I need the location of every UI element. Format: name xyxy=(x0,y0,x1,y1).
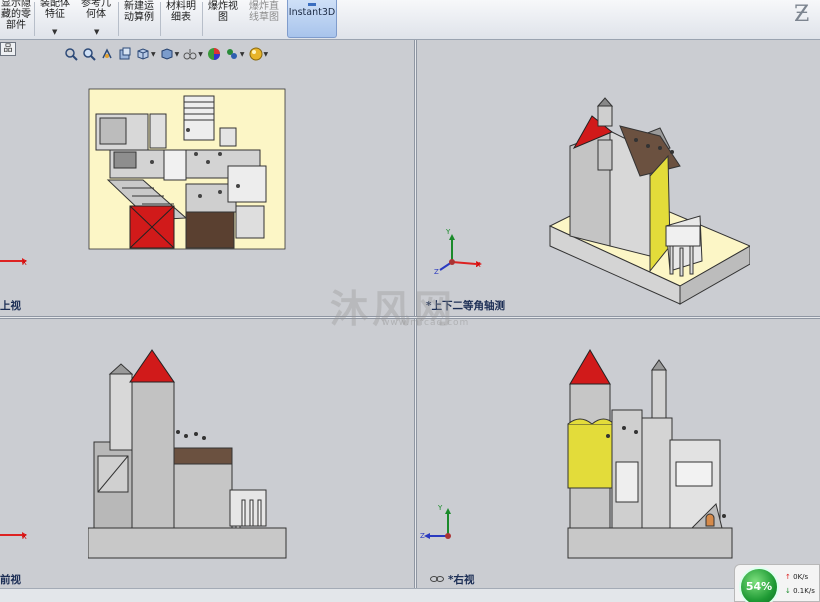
apply-scene-dropdown-icon[interactable]: ▼ xyxy=(240,51,245,58)
solidworks-window: 显示隐 藏的零 部件 装配体 特征 ▼ 参考几 何体 ▼ 新建运 动算例 材料明… xyxy=(0,0,820,602)
link-views-icon[interactable] xyxy=(430,572,444,586)
instant3d-icon xyxy=(308,3,316,6)
instant3d-button[interactable]: Instant3D xyxy=(287,0,337,38)
download-speed-value: 0.1K/s xyxy=(793,587,815,595)
upload-speed-row: ↑ 0K/s xyxy=(785,573,808,581)
isometric-view-model[interactable] xyxy=(540,96,750,306)
solidworks-logo-icon: Ƶ xyxy=(794,2,810,27)
hide-show-dropdown-icon[interactable]: ▼ xyxy=(198,51,203,58)
command-manager-ribbon: 显示隐 藏的零 部件 装配体 特征 ▼ 参考几 何体 ▼ 新建运 动算例 材料明… xyxy=(0,0,820,40)
front-view-label[interactable]: 前视 xyxy=(0,572,21,587)
display-style-dropdown-icon[interactable]: ▼ xyxy=(175,51,180,58)
network-speed-widget[interactable]: 54% ↑ 0K/s ↓ 0.1K/s xyxy=(734,564,820,602)
instant3d-label: Instant3D xyxy=(288,7,336,18)
right-view-model[interactable] xyxy=(566,340,734,560)
view-settings-dropdown-icon[interactable]: ▼ xyxy=(264,51,269,58)
front-view-axis-x-label: X xyxy=(22,533,27,541)
exploded-view-button[interactable]: 爆炸视 图 xyxy=(204,1,242,39)
bill-of-materials-button[interactable]: 材料明 细表 xyxy=(162,1,200,39)
top-view-label[interactable]: 上视 xyxy=(0,298,21,313)
view-orientation-dropdown-icon[interactable]: ▼ xyxy=(151,51,156,58)
view-settings-icon[interactable] xyxy=(249,47,263,61)
view-orientation-icon[interactable] xyxy=(136,47,150,61)
zoom-to-area-icon[interactable] xyxy=(82,47,96,61)
show-hidden-components-button[interactable]: 显示隐 藏的零 部件 xyxy=(0,0,32,36)
ribbon-separator xyxy=(202,2,203,36)
right-axis-y-label: Y xyxy=(438,504,443,512)
top-view-axis-x-label: X xyxy=(22,259,27,267)
edit-appearance-icon[interactable] xyxy=(207,47,221,61)
new-motion-study-button[interactable]: 新建运 动算例 xyxy=(120,1,158,39)
zoom-to-fit-icon[interactable] xyxy=(64,47,78,61)
ribbon-right-area: Ƶ xyxy=(780,0,820,38)
status-bar xyxy=(0,588,820,602)
reference-geometry-dropdown-icon[interactable]: ▼ xyxy=(94,28,99,36)
memory-usage-badge[interactable]: 54% xyxy=(739,567,779,602)
section-view-icon[interactable] xyxy=(118,47,132,61)
display-style-icon[interactable] xyxy=(160,47,174,61)
watermark-url: www.mfcad.com xyxy=(382,318,470,328)
iso-axis-z-label: Z xyxy=(434,268,439,276)
front-view-model[interactable] xyxy=(88,340,288,560)
explode-line-sketch-button[interactable]: 爆炸直 线草图 xyxy=(244,1,284,39)
previous-view-icon[interactable] xyxy=(100,47,114,61)
iso-axis-x-label: X xyxy=(476,261,481,269)
ribbon-separator xyxy=(118,2,119,36)
right-view-label[interactable]: *右视 xyxy=(448,572,475,587)
heads-up-view-toolbar: ▼ ▼ ▼ ▼ ▼ xyxy=(64,44,268,64)
top-view-model[interactable] xyxy=(88,88,286,250)
download-speed-row: ↓ 0.1K/s xyxy=(785,587,815,595)
hide-show-items-icon[interactable] xyxy=(183,47,197,61)
right-axis-z-label: Z xyxy=(420,532,425,540)
feature-tree-tab[interactable]: 品 xyxy=(0,42,16,56)
apply-scene-icon[interactable] xyxy=(225,47,239,61)
upload-arrow-icon: ↑ xyxy=(785,573,791,581)
ribbon-separator xyxy=(34,2,35,36)
assembly-features-dropdown-icon[interactable]: ▼ xyxy=(52,28,57,36)
graphics-area[interactable]: 品 ▼ ▼ ▼ ▼ ▼ X 上视 Y X Z *上下二等角轴测 X 前视 Y Z… xyxy=(0,40,820,588)
iso-axis-y-label: Y xyxy=(446,228,451,236)
download-arrow-icon: ↓ xyxy=(785,587,791,595)
ribbon-separator xyxy=(160,2,161,36)
upload-speed-value: 0K/s xyxy=(793,573,809,581)
